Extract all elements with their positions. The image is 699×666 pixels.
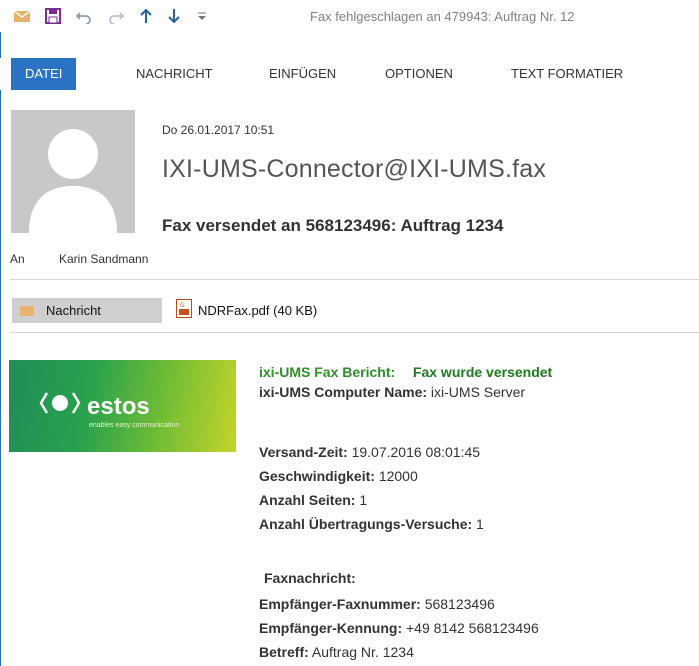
logo-tagline: enables easy communication	[89, 422, 180, 429]
speed-line: Geschwindigkeit: 12000	[259, 468, 418, 484]
pages-label: Anzahl Seiten:	[259, 492, 356, 508]
attachments-divider	[10, 332, 699, 333]
pdf-attachment-label: NDRFax.pdf (40 KB)	[198, 303, 318, 318]
header-divider	[10, 279, 699, 280]
recipient-number-value: 568123496	[424, 596, 495, 612]
ribbon-tabs: DATEI NACHRICHT EINFÜGEN OPTIONEN TEXT F…	[0, 58, 699, 90]
redo-icon[interactable]	[106, 7, 126, 25]
report-title: ixi-UMS Fax Bericht:	[259, 364, 396, 380]
customize-toolbar-icon[interactable]	[192, 7, 212, 25]
recipient-number-label: Empfänger-Faxnummer:	[259, 596, 421, 612]
mail-icon[interactable]	[12, 7, 32, 25]
tab-text-formatieren[interactable]: TEXT FORMATIER	[511, 58, 623, 90]
pages-line: Anzahl Seiten: 1	[259, 492, 367, 508]
subject-line: Betreff: Auftrag Nr. 1234	[259, 644, 414, 660]
attempts-label: Anzahl Übertragungs-Versuche:	[259, 516, 473, 532]
recipient-id-label: Empfänger-Kennung:	[259, 620, 403, 636]
sender-address[interactable]: IXI-UMS-Connector@IXI-UMS.fax	[162, 155, 546, 184]
window-title: Fax fehlgeschlagen an 479943: Auftrag Nr…	[310, 9, 575, 24]
pdf-attachment[interactable]: G NDRFax.pdf (40 KB)	[176, 298, 317, 323]
attempts-line: Anzahl Übertragungs-Versuche: 1	[259, 516, 484, 532]
arrow-down-icon[interactable]	[164, 7, 184, 25]
fax-message-line: Faxnachricht:	[264, 570, 356, 586]
fax-message-label: Faxnachricht:	[264, 570, 356, 586]
subject-label: Betreff:	[259, 644, 309, 660]
send-time-value: 19.07.2016 08:01:45	[351, 444, 481, 460]
estos-logo: estos enables easy communication	[9, 360, 236, 452]
pdf-file-icon: G	[176, 298, 192, 323]
to-label: An	[10, 252, 25, 266]
tab-einfuegen[interactable]: EINFÜGEN	[269, 58, 336, 90]
send-time-line: Versand-Zeit: 19.07.2016 08:01:45	[259, 444, 480, 460]
recipient-id-line: Empfänger-Kennung: +49 8142 568123496	[259, 620, 539, 636]
pages-value: 1	[359, 492, 368, 508]
speed-label: Geschwindigkeit:	[259, 468, 375, 484]
window-frame-edge	[0, 0, 1, 666]
send-time-label: Versand-Zeit:	[259, 444, 348, 460]
envelope-icon	[20, 305, 34, 316]
arrow-up-icon[interactable]	[136, 7, 156, 25]
quick-access-toolbar: Fax fehlgeschlagen an 479943: Auftrag Nr…	[0, 0, 699, 32]
estos-mark-icon	[39, 392, 81, 414]
logo-word: estos	[87, 393, 150, 420]
svg-text:G: G	[180, 302, 185, 309]
message-attachment-label: Nachricht	[46, 303, 101, 318]
message-subject: Fax versendet an 568123496: Auftrag 1234	[162, 216, 504, 235]
report-status: Fax wurde versendet	[412, 364, 553, 380]
tab-nachricht[interactable]: NACHRICHT	[136, 58, 213, 90]
computer-name-value: ixi-UMS Server	[430, 384, 526, 400]
message-attachment-button[interactable]: Nachricht	[12, 298, 162, 323]
save-icon[interactable]	[43, 7, 63, 25]
recipient-id-value: +49 8142 568123496	[406, 620, 539, 636]
computer-name-label: ixi-UMS Computer Name:	[259, 384, 428, 400]
speed-value: 12000	[378, 468, 418, 484]
message-date: Do 26.01.2017 10:51	[162, 123, 275, 137]
recipient-number-line: Empfänger-Faxnummer: 568123496	[259, 596, 495, 612]
undo-icon[interactable]	[74, 7, 94, 25]
sender-avatar	[11, 110, 135, 233]
attempts-value: 1	[476, 516, 484, 532]
report-title-line: ixi-UMS Fax Bericht: Fax wurde versendet	[259, 364, 552, 380]
tab-datei[interactable]: DATEI	[11, 58, 77, 90]
computer-name-line: ixi-UMS Computer Name: ixi-UMS Server	[259, 384, 525, 400]
tab-optionen[interactable]: OPTIONEN	[385, 58, 453, 90]
subject-value: Auftrag Nr. 1234	[311, 644, 414, 660]
recipient-name[interactable]: Karin Sandmann	[59, 252, 148, 266]
